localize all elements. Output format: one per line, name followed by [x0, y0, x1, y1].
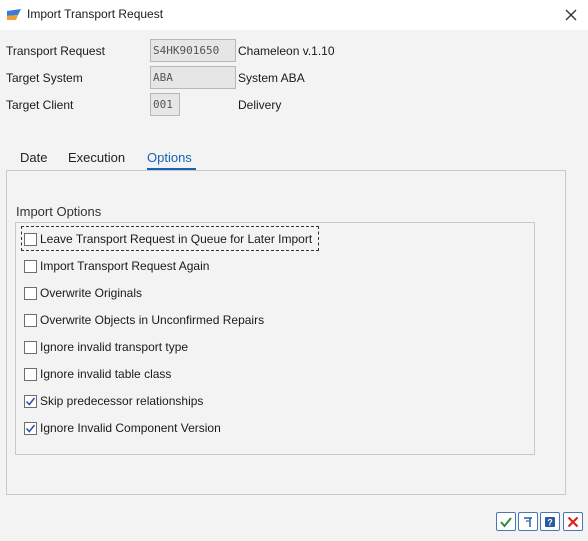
option-overwrite-originals[interactable]: Overwrite Originals: [24, 285, 142, 301]
tab-options[interactable]: Options: [147, 150, 192, 165]
option-label: Leave Transport Request in Queue for Lat…: [40, 232, 313, 246]
target-system-description: System ABA: [238, 71, 305, 85]
option-skip-predecessor[interactable]: Skip predecessor relationships: [24, 393, 203, 409]
transport-request-description: Chameleon v.1.10: [238, 44, 335, 58]
option-label: Overwrite Objects in Unconfirmed Repairs: [40, 313, 265, 327]
window-title: Import Transport Request: [27, 7, 164, 21]
help-icon: ?: [545, 516, 555, 527]
checkmark-icon: [500, 516, 512, 528]
checkbox[interactable]: [24, 286, 37, 300]
execute-icon: [524, 516, 532, 527]
import-options-title: Import Options: [16, 204, 102, 219]
tab-date[interactable]: Date: [20, 150, 47, 165]
confirm-button[interactable]: [496, 512, 516, 531]
option-label: Ignore Invalid Component Version: [40, 421, 221, 435]
option-label: Ignore invalid table class: [40, 367, 172, 381]
checkbox[interactable]: [24, 367, 37, 381]
title-bar: Import Transport Request: [0, 0, 588, 30]
close-button[interactable]: [560, 4, 582, 26]
checkbox[interactable]: [24, 232, 37, 246]
option-ignore-component-version[interactable]: Ignore Invalid Component Version: [24, 420, 221, 436]
target-client-field[interactable]: 001: [150, 93, 180, 116]
option-label: Overwrite Originals: [40, 286, 143, 300]
app-icon: [7, 9, 21, 20]
option-import-again[interactable]: Import Transport Request Again: [24, 258, 209, 274]
checkbox[interactable]: [24, 421, 37, 435]
execute-button[interactable]: [518, 512, 538, 531]
tab-execution[interactable]: Execution: [68, 150, 125, 165]
checkbox[interactable]: [24, 340, 37, 354]
transport-request-field[interactable]: S4HK901650: [150, 39, 236, 62]
option-label: Import Transport Request Again: [40, 259, 210, 273]
close-icon: [565, 9, 577, 21]
option-ignore-table-class[interactable]: Ignore invalid table class: [24, 366, 171, 382]
svg-text:?: ?: [547, 517, 553, 527]
checkmark-icon: [25, 397, 36, 406]
target-client-description: Delivery: [238, 98, 282, 112]
checkmark-icon: [25, 424, 36, 433]
target-system-field[interactable]: ABA: [150, 66, 236, 89]
option-ignore-transport-type[interactable]: Ignore invalid transport type: [24, 339, 188, 355]
checkbox[interactable]: [24, 313, 37, 327]
cancel-button[interactable]: [563, 512, 583, 531]
target-system-label: Target System: [6, 71, 83, 85]
cancel-icon: [567, 516, 579, 527]
checkbox[interactable]: [24, 259, 37, 273]
target-client-label: Target Client: [6, 98, 74, 112]
help-button[interactable]: ?: [540, 512, 560, 531]
transport-request-label: Transport Request: [6, 44, 105, 58]
option-label: Ignore invalid transport type: [40, 340, 189, 354]
checkbox[interactable]: [24, 394, 37, 408]
option-overwrite-unconfirmed-repairs[interactable]: Overwrite Objects in Unconfirmed Repairs: [24, 312, 264, 328]
option-label: Skip predecessor relationships: [40, 394, 204, 408]
option-leave-in-queue[interactable]: Leave Transport Request in Queue for Lat…: [24, 231, 312, 247]
